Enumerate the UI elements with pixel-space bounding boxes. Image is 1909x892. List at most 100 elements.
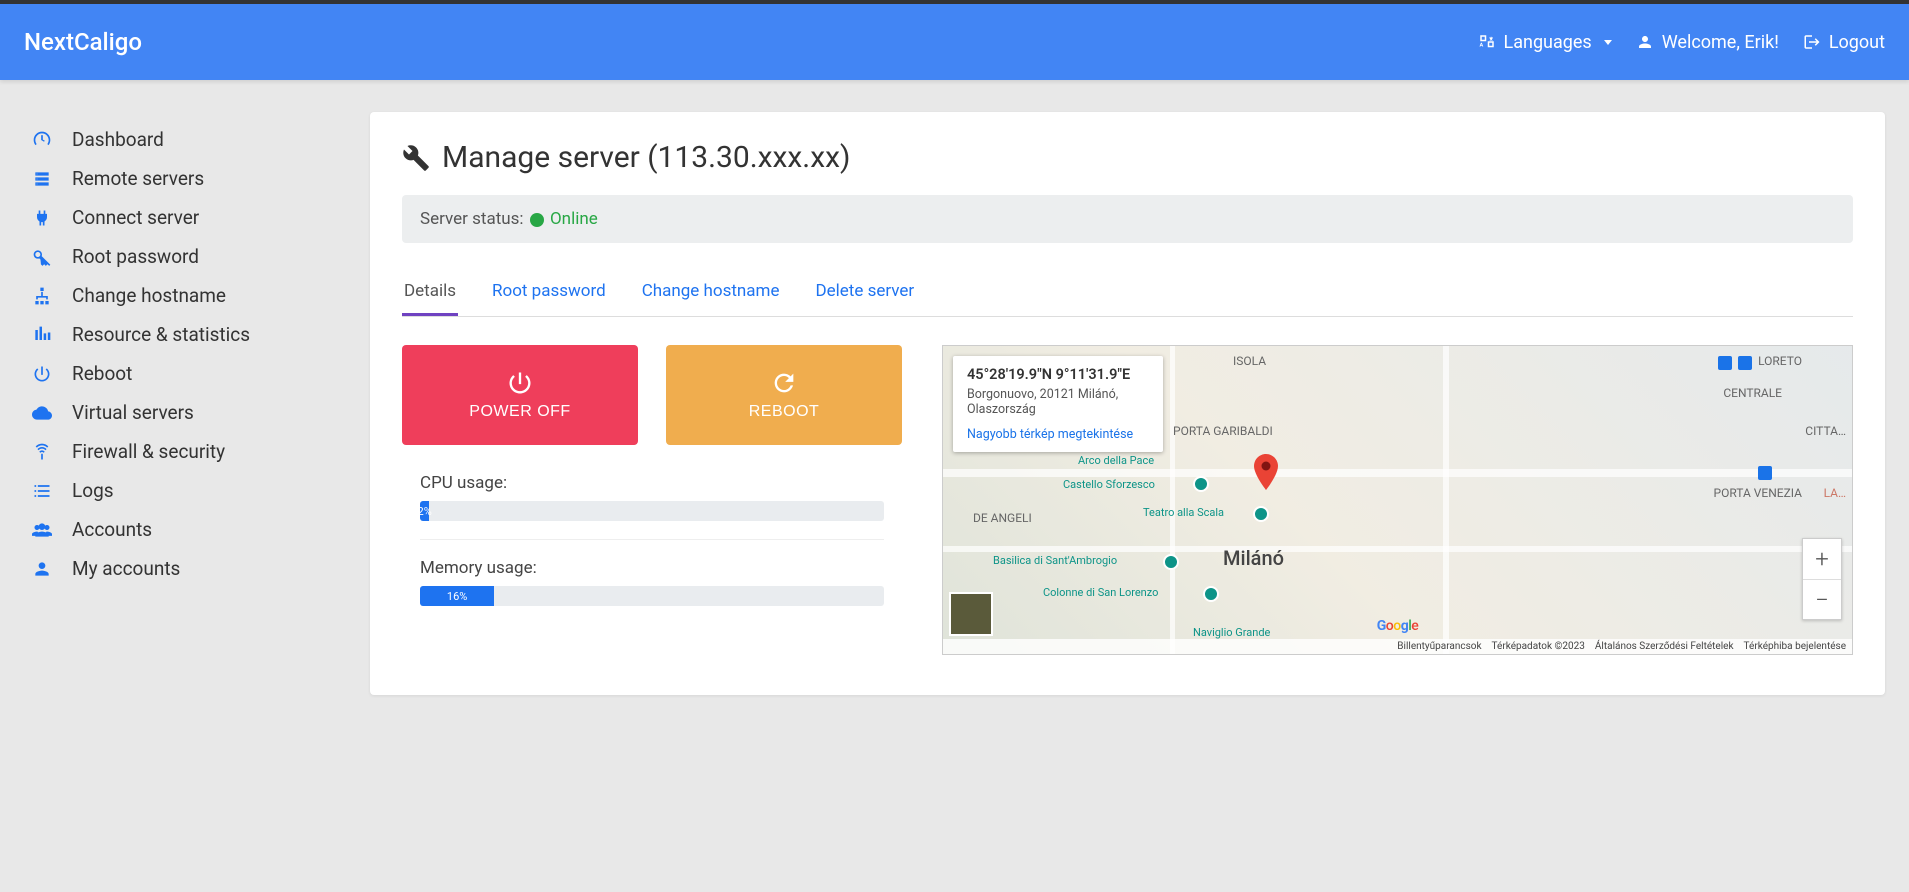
sidebar-item-label: Accounts [72, 518, 152, 541]
map-satellite-toggle[interactable] [949, 592, 993, 636]
sidebar-item-key[interactable]: Root password [24, 237, 346, 276]
tabs: Details Root password Change hostname De… [402, 271, 1853, 317]
sitemap-icon [30, 286, 54, 306]
memory-usage-block: Memory usage: 16% [420, 558, 884, 624]
plug-icon [30, 208, 54, 228]
list-icon [30, 481, 54, 501]
key-icon [30, 247, 54, 267]
map-label-basilica: Basilica di Sant'Ambrogio [993, 554, 1117, 567]
sidebar-item-dashboard[interactable]: Dashboard [24, 120, 346, 159]
map-label-venezia: PORTA VENEZIA [1714, 486, 1802, 500]
sidebar-item-cloud[interactable]: Virtual servers [24, 393, 346, 432]
map-label-garibaldi: PORTA GARIBALDI [1173, 424, 1273, 438]
logout-icon [1803, 33, 1821, 51]
map-coords: 45°28'19.9"N 9°11'31.9"E [967, 366, 1149, 383]
sidebar-item-label: Virtual servers [72, 401, 194, 424]
map-label-city: Milánó [1223, 546, 1284, 570]
map-report-link[interactable]: Térképhiba bejelentése [1744, 641, 1846, 652]
sidebar-item-users[interactable]: Accounts [24, 510, 346, 549]
user-icon [1636, 33, 1654, 51]
status-dot-icon [530, 213, 544, 227]
map-terms-link[interactable]: Általános Szerződési Feltételek [1595, 641, 1734, 652]
memory-usage-label: Memory usage: [420, 558, 884, 578]
logout-label: Logout [1829, 32, 1885, 53]
sidebar-item-label: Dashboard [72, 128, 164, 151]
page-title: Manage server (113.30.xxx.xx) [402, 140, 1853, 175]
dashboard-icon [30, 130, 54, 150]
server-icon [30, 169, 54, 189]
memory-progress: 16% [420, 586, 884, 606]
logout-link[interactable]: Logout [1803, 32, 1885, 53]
tab-details[interactable]: Details [402, 271, 458, 316]
languages-label: Languages [1504, 32, 1592, 53]
map-zoom-controls: + − [1802, 538, 1842, 620]
bars-icon [30, 325, 54, 345]
google-logo: Google [1377, 618, 1419, 634]
translate-icon [1478, 33, 1496, 51]
status-value: Online [550, 209, 598, 229]
users-icon [30, 520, 54, 540]
map-label-la: LA… [1824, 486, 1846, 500]
brand-logo[interactable]: NextCaligo [24, 28, 142, 56]
languages-dropdown[interactable]: Languages [1478, 32, 1612, 53]
sidebar-item-label: Change hostname [72, 284, 226, 307]
map-shortcuts-link[interactable]: Billentyűparancsok [1397, 641, 1481, 652]
map-label-citta: CITTA… [1805, 424, 1846, 438]
sidebar-item-server[interactable]: Remote servers [24, 159, 346, 198]
power-icon [30, 364, 54, 384]
power-icon [506, 369, 534, 397]
map-info-card: 45°28'19.9"N 9°11'31.9"E Borgonuovo, 201… [953, 356, 1163, 452]
status-label: Server status: [420, 209, 524, 229]
sidebar-item-sitemap[interactable]: Change hostname [24, 276, 346, 315]
page-title-text: Manage server (113.30.xxx.xx) [442, 140, 850, 175]
cpu-usage-label: CPU usage: [420, 473, 884, 493]
redo-icon [770, 369, 798, 397]
sidebar-item-list[interactable]: Logs [24, 471, 346, 510]
map-label-naviglio: Naviglio Grande [1193, 626, 1270, 639]
sidebar-item-plug[interactable]: Connect server [24, 198, 346, 237]
sidebar-item-power[interactable]: Reboot [24, 354, 346, 393]
welcome-label: Welcome, Erik! [1662, 32, 1779, 53]
sidebar: Dashboard Remote servers Connect server Roo… [0, 80, 370, 719]
sidebar-item-label: Firewall & security [72, 440, 225, 463]
reboot-label: REBOOT [749, 403, 820, 421]
tab-change-hostname[interactable]: Change hostname [640, 271, 782, 316]
server-status-bar: Server status: Online [402, 195, 1853, 243]
reboot-button[interactable]: REBOOT [666, 345, 902, 445]
sidebar-item-label: Connect server [72, 206, 199, 229]
map-label-isola: ISOLA [1233, 354, 1266, 368]
sidebar-item-label: Root password [72, 245, 199, 268]
map-label-centrale: CENTRALE [1723, 386, 1782, 400]
power-off-label: POWER OFF [469, 403, 570, 421]
location-map[interactable]: ISOLA LORETO CENTRALE PORTA GARIBALDI CI… [942, 345, 1853, 655]
fingerprint-icon [30, 442, 54, 462]
map-footer: Billentyűparancsok Térképadatok ©2023 Ál… [943, 639, 1852, 654]
sidebar-item-bars[interactable]: Resource & statistics [24, 315, 346, 354]
map-address: Borgonuovo, 20121 Milánó, Olaszország [967, 387, 1149, 417]
sidebar-item-label: Resource & statistics [72, 323, 250, 346]
map-label-castello: Castello Sforzesco [1063, 478, 1155, 491]
map-label-colonne: Colonne di San Lorenzo [1043, 586, 1158, 599]
map-label-teatro: Teatro alla Scala [1143, 506, 1224, 519]
cpu-progress: 2% [420, 501, 884, 521]
tab-root-password[interactable]: Root password [490, 271, 608, 316]
sidebar-item-label: Remote servers [72, 167, 204, 190]
sidebar-item-label: My accounts [72, 557, 180, 580]
map-zoom-out-button[interactable]: − [1803, 579, 1841, 619]
power-off-button[interactable]: POWER OFF [402, 345, 638, 445]
map-zoom-in-button[interactable]: + [1803, 539, 1841, 579]
map-view-larger-link[interactable]: Nagyobb térkép megtekintése [967, 427, 1149, 442]
main-panel: Manage server (113.30.xxx.xx) Server sta… [370, 112, 1885, 695]
map-pin-icon [1253, 454, 1279, 490]
wrench-icon [402, 144, 430, 172]
map-label-loreto: LORETO [1758, 354, 1802, 368]
sidebar-item-label: Logs [72, 479, 114, 502]
welcome-user[interactable]: Welcome, Erik! [1636, 32, 1779, 53]
tab-delete-server[interactable]: Delete server [813, 271, 916, 316]
map-label-deangeli: DE ANGELI [973, 511, 1032, 525]
map-data-label: Térképadatok ©2023 [1492, 641, 1585, 652]
sidebar-item-user[interactable]: My accounts [24, 549, 346, 588]
cpu-usage-block: CPU usage: 2% [420, 473, 884, 540]
map-label-arco: Arco della Pace [1078, 454, 1154, 467]
sidebar-item-fingerprint[interactable]: Firewall & security [24, 432, 346, 471]
